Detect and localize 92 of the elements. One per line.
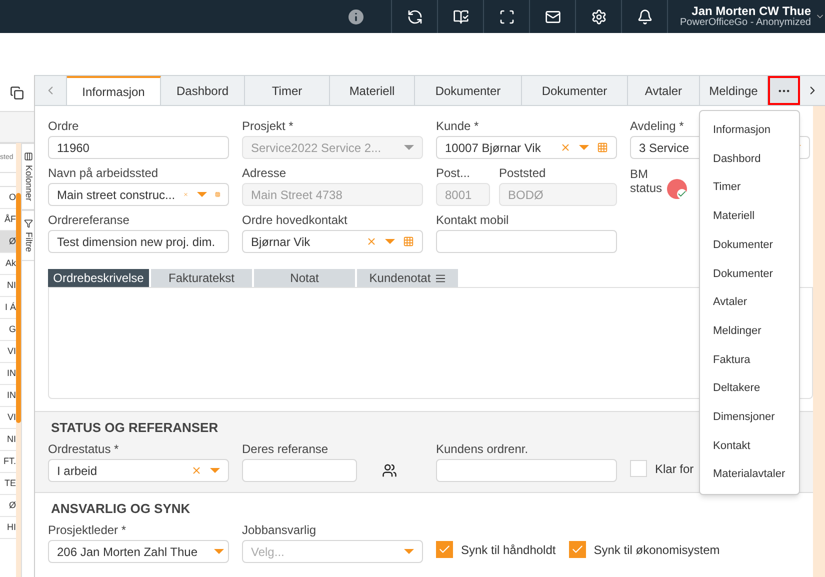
menu-item[interactable]: Avtaler <box>700 288 799 317</box>
field-label: Adresse <box>242 165 286 181</box>
text-tab[interactable]: Kundenotat <box>357 269 458 287</box>
field-label: Kundens ordrenr. <box>436 441 528 457</box>
menu-item[interactable]: Dimensjoner <box>700 402 799 432</box>
field-label: Ordrestatus * <box>48 441 119 457</box>
text-field[interactable] <box>436 459 617 482</box>
scrollbar-thumb[interactable] <box>16 193 21 423</box>
text-field[interactable] <box>436 230 617 253</box>
caret-icon[interactable] <box>214 549 224 554</box>
grid-icon[interactable] <box>403 236 414 247</box>
tab[interactable]: Dokumenter <box>415 76 522 105</box>
checkbox[interactable] <box>630 460 647 477</box>
field-label: Avdeling * <box>630 118 684 134</box>
fullscreen-icon[interactable] <box>498 8 514 24</box>
clear-icon[interactable] <box>366 236 377 247</box>
columns-icon <box>24 152 32 161</box>
clear-icon[interactable] <box>560 142 571 153</box>
text-field[interactable]: Test dimension new proj. dim. <box>48 230 229 253</box>
menu-item[interactable]: Dashbord <box>700 144 799 174</box>
tab[interactable]: Materiell <box>330 76 415 105</box>
tab[interactable]: Timer <box>245 76 330 105</box>
notification-icon[interactable] <box>636 8 652 24</box>
field-label: Kontakt mobil <box>436 212 509 228</box>
table-cell: Ø <box>0 231 16 253</box>
section-title: ANSVARLIG OG SYNK <box>50 500 190 517</box>
menu-item[interactable]: Timer <box>700 173 799 202</box>
caret-icon[interactable] <box>196 192 207 197</box>
checkbox-label: Klar for <box>655 460 694 478</box>
field-label: Navn på arbeidssted <box>48 165 158 181</box>
settings-icon[interactable] <box>590 8 606 24</box>
text-field[interactable]: 11960 <box>48 136 229 159</box>
text-field[interactable] <box>242 459 357 482</box>
menu-item[interactable]: Materialavtaler <box>700 460 799 489</box>
side-tab[interactable]: Filtre <box>22 210 34 262</box>
scrollbar-track[interactable] <box>813 106 825 577</box>
menu-item[interactable]: Meldinger <box>700 316 799 346</box>
text-tab[interactable]: Fakturatekst <box>151 269 252 287</box>
user-organization: PowerOfficeGo - Anonymized <box>680 16 811 28</box>
field-label: Prosjekt * <box>242 118 294 134</box>
menu-item[interactable]: Kontakt <box>700 432 799 460</box>
copy-icon[interactable] <box>10 86 24 100</box>
info-icon[interactable] <box>346 6 366 26</box>
field-label: Jobbansvarlig <box>242 522 316 538</box>
side-tab[interactable]: Kolonner <box>22 143 34 210</box>
field-label: Kunde * <box>436 118 479 134</box>
checkbox-label: Synk til håndholdt <box>461 542 556 558</box>
field-label: Ordre <box>48 118 79 134</box>
menu-item[interactable]: Informasjon <box>700 116 799 145</box>
field-label: Ordrereferanse <box>48 212 130 228</box>
tab[interactable]: Dokumenter <box>522 76 628 105</box>
field-label: Ordre hovedkontakt <box>242 212 348 228</box>
field-label: Poststed <box>499 165 546 181</box>
menu-item[interactable]: Materiell <box>700 202 799 231</box>
caret-icon[interactable] <box>579 145 589 150</box>
caret-icon[interactable] <box>404 549 414 554</box>
users-icon[interactable] <box>382 463 397 478</box>
checkbox[interactable] <box>568 541 586 558</box>
more-button[interactable] <box>768 76 800 105</box>
grid-icon[interactable] <box>214 189 220 200</box>
lookup-field[interactable]: Bjørnar Vik <box>242 230 423 253</box>
book-icon[interactable] <box>452 8 468 24</box>
lookup-field[interactable]: Main street construc... <box>48 183 229 206</box>
menu-item[interactable]: Dokumenter <box>700 259 799 288</box>
menu-item[interactable]: Deltakere <box>700 374 799 403</box>
tab[interactable]: Dashbord <box>161 76 245 105</box>
text-tab[interactable]: Notat <box>254 269 355 287</box>
menu-item[interactable]: Faktura <box>700 346 799 374</box>
caret-icon[interactable] <box>385 239 395 244</box>
clear-icon[interactable] <box>191 465 202 476</box>
grid-icon[interactable] <box>597 142 608 153</box>
section-title: STATUS OG REFERANSER <box>50 419 218 436</box>
field-label: Deres referanse <box>242 441 328 457</box>
mail-icon[interactable] <box>544 8 560 24</box>
refresh-icon[interactable] <box>406 8 422 24</box>
status-icon <box>667 179 687 199</box>
lookup-field[interactable]: 206 Jan Morten Zahl Thue <box>48 540 229 563</box>
menu-item[interactable]: Dokumenter <box>700 230 799 260</box>
tab[interactable]: Avtaler <box>628 76 700 105</box>
field-label: BM status <box>630 167 664 195</box>
checkbox-label: Synk til økonomisystem <box>594 542 720 558</box>
list-icon <box>434 272 446 284</box>
tab[interactable]: Informasjon <box>67 76 161 105</box>
user-name[interactable]: Jan Morten CW Thue <box>692 4 811 16</box>
filter-icon <box>24 219 32 228</box>
lookup-field[interactable]: I arbeid <box>48 459 229 482</box>
field-label: Post... <box>436 165 470 181</box>
field-label: Prosjektleder * <box>48 522 126 538</box>
lookup-field[interactable]: 10007 Bjørnar Vik <box>436 136 617 159</box>
caret-icon[interactable] <box>210 468 220 473</box>
checkbox[interactable] <box>436 541 453 558</box>
text-tab[interactable]: Ordrebeskrivelse <box>48 269 149 287</box>
